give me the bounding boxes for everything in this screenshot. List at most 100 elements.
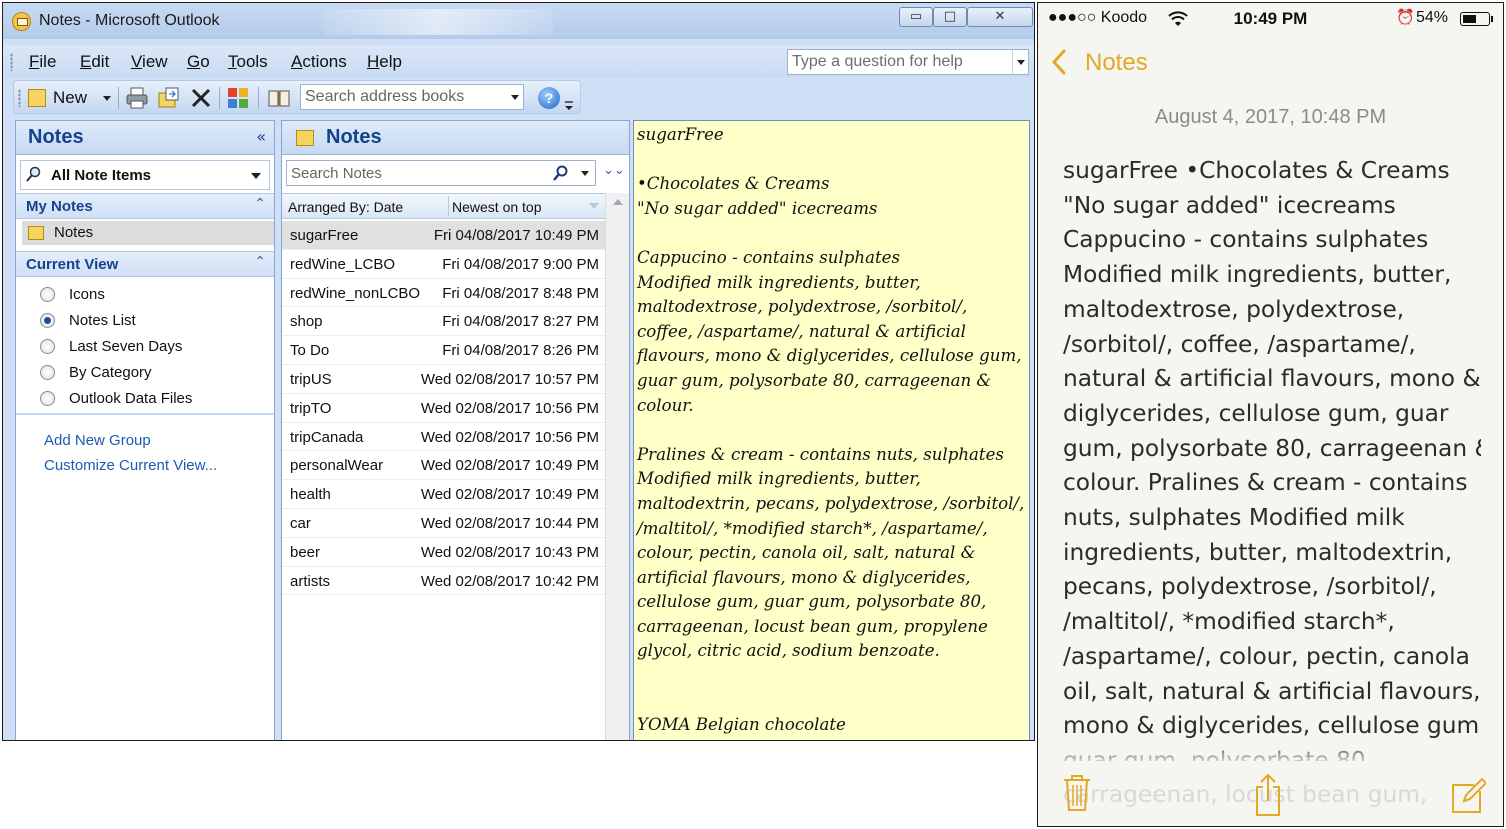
radio-button-icon[interactable] — [40, 391, 55, 406]
address-book-button[interactable] — [266, 85, 292, 111]
help-search-input[interactable]: Type a question for help — [787, 49, 1029, 75]
collapse-pane-icon[interactable]: « — [256, 127, 266, 146]
toolbar-overflow-icon[interactable] — [563, 99, 575, 113]
all-note-items-selector[interactable]: All Note Items — [20, 160, 270, 190]
new-label: New — [53, 88, 88, 107]
search-icon[interactable] — [553, 165, 569, 181]
note-title: shop — [290, 313, 323, 331]
scroll-up-arrow-icon[interactable] — [613, 199, 623, 205]
maximize-button[interactable]: □ — [933, 7, 967, 27]
note-line — [637, 689, 1029, 714]
note-list-row[interactable]: sugarFree Fri 04/08/2017 10:49 PM — [282, 221, 605, 250]
search-address-books-input[interactable]: Search address books — [300, 84, 524, 110]
notes-list-pane: Notes Search Notes ⌄⌄ Arranged By: Date … — [281, 120, 630, 740]
battery-icon — [1460, 12, 1493, 26]
arrange-by-header[interactable]: Arranged By: Date Newest on top — [282, 193, 605, 219]
note-list-row[interactable]: tripTO Wed 02/08/2017 10:56 PM — [282, 394, 605, 423]
note-list-row[interactable]: redWine_LCBO Fri 04/08/2017 9:00 PM — [282, 250, 605, 279]
current-view-section[interactable]: Current View ⌃ — [16, 251, 274, 277]
note-reading-pane[interactable]: sugarFree •Chocolates & Creams "No sugar a… — [633, 120, 1030, 740]
note-list-row[interactable]: car Wed 02/08/2017 10:44 PM — [282, 509, 605, 538]
chevron-down-icon[interactable] — [581, 171, 589, 176]
compose-icon[interactable] — [1450, 777, 1486, 815]
note-line: Pralines & cream - contains nuts, sulpha… — [637, 444, 1004, 464]
menu-tools[interactable]: Tools — [228, 52, 268, 72]
note-list-row[interactable]: redWine_nonLCBO Fri 04/08/2017 8:48 PM — [282, 279, 605, 308]
menu-edit[interactable]: Edit — [80, 52, 109, 72]
note-list-row[interactable]: health Wed 02/08/2017 10:49 PM — [282, 480, 605, 509]
minimize-button[interactable]: ▭ — [899, 7, 933, 27]
phone-note-line: nuts, sulphates Modified milk — [1063, 504, 1405, 532]
chevron-down-icon[interactable] — [1012, 50, 1028, 74]
print-button[interactable] — [124, 85, 150, 111]
arranged-by-label[interactable]: Arranged By: Date — [288, 199, 403, 215]
note-line — [637, 664, 1029, 689]
nav-pane-title: Notes — [28, 126, 84, 148]
radio-button-icon[interactable] — [40, 365, 55, 380]
menu-file[interactable]: File — [29, 52, 56, 72]
note-list-row[interactable]: personalWear Wed 02/08/2017 10:49 PM — [282, 451, 605, 481]
menu-grip-icon[interactable] — [10, 53, 13, 71]
nav-pane-header: Notes « — [16, 121, 274, 155]
share-icon[interactable] — [1253, 773, 1283, 817]
sort-arrow-icon — [589, 203, 599, 209]
radio-button-icon[interactable] — [40, 287, 55, 302]
note-title: tripCanada — [290, 428, 364, 446]
phone-note-line: gum, polysorbate 80, carrageenan & — [1063, 434, 1481, 462]
radio-button-icon[interactable] — [40, 339, 55, 354]
chevron-up-double-icon[interactable]: ⌃ — [254, 196, 266, 212]
my-notes-label: My Notes — [26, 198, 93, 215]
notes-list-scrollbar[interactable] — [605, 193, 629, 740]
notes-list-rows: sugarFree Fri 04/08/2017 10:49 PM redWine_… — [282, 221, 605, 596]
note-list-row[interactable]: tripUS Wed 02/08/2017 10:57 PM — [282, 365, 605, 394]
expand-query-builder-icon[interactable]: ⌄⌄ — [603, 163, 625, 178]
menu-go[interactable]: Go — [187, 52, 210, 72]
sort-order-label[interactable]: Newest on top — [452, 199, 542, 215]
toolbar-grip-icon[interactable] — [18, 89, 21, 107]
help-button[interactable]: ? — [536, 85, 562, 111]
customize-current-view-link[interactable]: Customize Current View... — [44, 457, 217, 474]
my-notes-section[interactable]: My Notes ⌃ — [16, 193, 274, 219]
view-option-label: By Category — [69, 364, 152, 381]
move-to-folder-button[interactable] — [156, 85, 182, 111]
note-body[interactable]: sugarFree •Chocolates & Creams "No sugar a… — [637, 123, 1029, 738]
trash-icon[interactable] — [1062, 773, 1092, 813]
radio-button-icon[interactable] — [40, 313, 55, 328]
note-list-row[interactable]: shop Fri 04/08/2017 8:27 PM — [282, 307, 605, 337]
note-title: redWine_nonLCBO — [290, 284, 421, 302]
close-button[interactable]: ✕ — [967, 7, 1033, 27]
categorize-button[interactable] — [225, 85, 251, 111]
note-date: Wed 02/08/2017 10:44 PM — [420, 514, 599, 532]
menu-help[interactable]: Help — [367, 52, 402, 72]
note-list-row[interactable]: tripCanada Wed 02/08/2017 10:56 PM — [282, 423, 605, 452]
delete-button[interactable] — [188, 85, 214, 111]
note-list-row[interactable]: artists Wed 02/08/2017 10:42 PM — [282, 567, 605, 596]
menu-actions[interactable]: Actions — [291, 52, 347, 72]
note-line: •Chocolates & Creams — [637, 174, 830, 194]
new-note-button[interactable]: New — [28, 85, 114, 111]
chevron-down-icon[interactable] — [251, 173, 261, 179]
chevron-down-icon[interactable] — [103, 96, 111, 101]
note-date: Wed 02/08/2017 10:49 PM — [420, 486, 599, 504]
search-notes-input[interactable]: Search Notes — [286, 160, 596, 186]
note-line: Cappucino - contains sulphates — [637, 247, 900, 267]
folder-notes[interactable]: Notes — [22, 221, 274, 245]
note-date: Fri 04/08/2017 8:48 PM — [442, 284, 599, 302]
move-to-folder-icon — [158, 87, 179, 108]
iphone-notes-screen: ●●●○○ Koodo 10:49 PM ⏰ 54% Notes August … — [1037, 2, 1504, 827]
battery-level — [1463, 15, 1476, 23]
phone-note-line: diglycerides, cellulose gum, guar — [1063, 399, 1449, 427]
note-list-row[interactable]: To Do Fri 04/08/2017 8:26 PM — [282, 336, 605, 365]
chevron-up-double-icon[interactable]: ⌃ — [254, 254, 266, 270]
menu-view[interactable]: View — [131, 52, 168, 72]
chevron-down-icon[interactable] — [507, 85, 523, 109]
faded-text-line: carrageenan, locust bean gum, — [1063, 781, 1428, 808]
note-list-row[interactable]: beer Wed 02/08/2017 10:43 PM — [282, 538, 605, 567]
phone-note-line: colour. Pralines & cream - contains — [1063, 469, 1468, 497]
add-new-group-link[interactable]: Add New Group — [44, 432, 151, 449]
note-line: artificial flavours, mono & diglycerides… — [637, 567, 971, 587]
note-line: colour. — [637, 395, 694, 415]
view-option-label: Icons — [69, 286, 105, 303]
toolbar-separator — [118, 87, 119, 109]
phone-note-body[interactable]: sugarFree •Chocolates & Creams "No sugar … — [1063, 154, 1481, 761]
